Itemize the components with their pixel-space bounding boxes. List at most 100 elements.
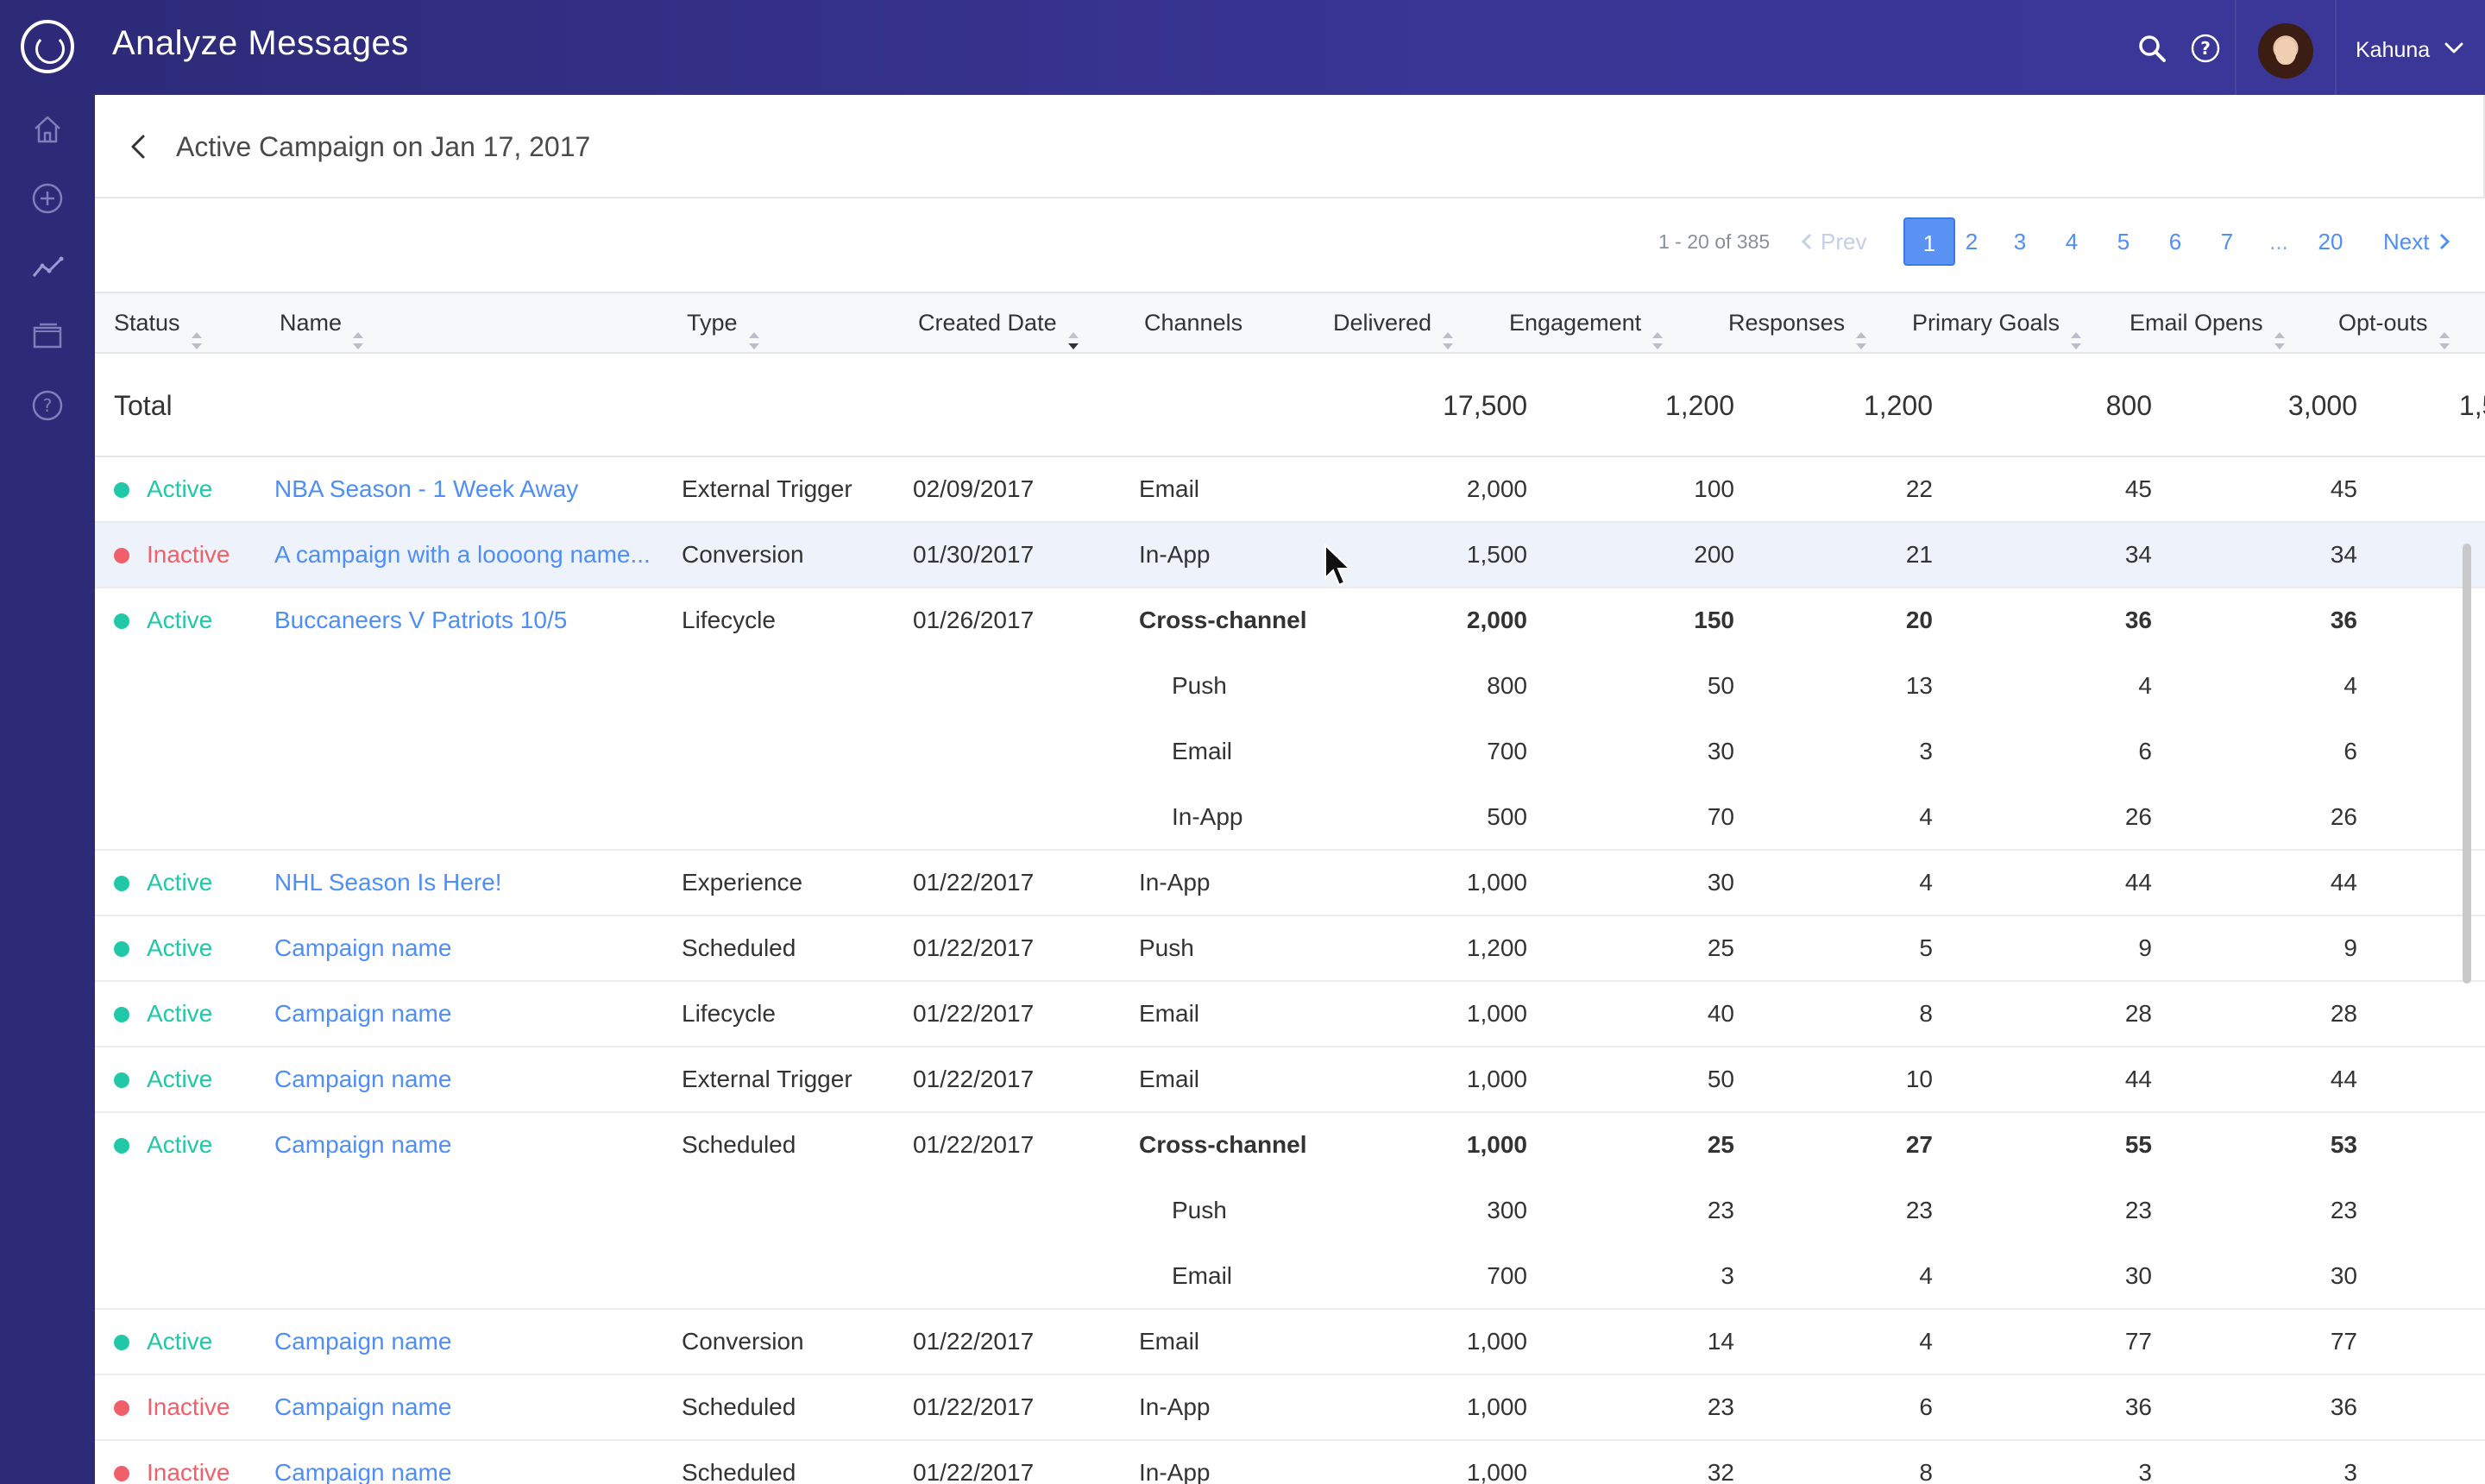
back-arrow-icon[interactable] <box>124 131 155 162</box>
campaign-name-link[interactable]: Campaign name <box>274 982 451 1046</box>
help-icon[interactable]: ? <box>2190 33 2221 64</box>
app-logo-icon[interactable] <box>21 20 74 73</box>
col-header-name[interactable]: Name <box>280 293 364 352</box>
campaign-name-link[interactable]: Campaign name <box>274 1047 451 1111</box>
table-row[interactable]: Active Campaign name Conversion 01/22/2017 E… <box>95 1310 2485 1375</box>
next-page-button[interactable]: Next <box>2383 217 2451 266</box>
prev-label: Prev <box>1821 229 1867 255</box>
optouts-value: 6 <box>2269 720 2485 783</box>
page-button[interactable]: 5 <box>2102 217 2145 266</box>
col-header-created[interactable]: Created Date <box>918 293 1079 352</box>
avatar[interactable] <box>2258 23 2313 79</box>
channel-label: Push <box>1139 934 1194 961</box>
campaign-name-link[interactable]: NBA Season - 1 Week Away <box>274 457 578 521</box>
page-button[interactable]: 2 <box>1950 217 1993 266</box>
pagination-range: 1 - 20 of 385 <box>1658 230 1771 253</box>
campaign-name-link[interactable]: Campaign name <box>274 1113 451 1177</box>
chevron-down-icon[interactable] <box>2444 38 2464 59</box>
sort-icon <box>352 314 364 349</box>
channel-label: Email <box>1139 475 1200 502</box>
created-date: 01/22/2017 <box>913 1131 1035 1158</box>
channel-label: In-App <box>1139 1459 1211 1484</box>
channel-label: Email <box>1139 1328 1200 1355</box>
analytics-icon[interactable] <box>30 250 65 285</box>
col-header-optouts[interactable]: Opt-outs <box>2338 293 2450 352</box>
folder-icon[interactable] <box>30 319 65 354</box>
status-label: Active <box>147 934 213 961</box>
page-button[interactable]: 7 <box>2205 217 2249 266</box>
chevron-right-icon <box>2440 233 2450 250</box>
campaign-name-link[interactable]: A campaign with a loooong name... <box>274 523 651 587</box>
status-label: Inactive <box>147 541 230 568</box>
status-label: Active <box>147 1000 213 1027</box>
sort-icon <box>2070 314 2082 349</box>
table-row[interactable]: Active Buccaneers V Patriots 10/5 Lifecycl… <box>95 588 2485 654</box>
help-circle-icon[interactable]: ? <box>30 388 65 423</box>
table-row[interactable]: Active Campaign name External Trigger 01/22… <box>95 1047 2485 1113</box>
col-header-type[interactable]: Type <box>687 293 760 352</box>
page-button[interactable]: 3 <box>1998 217 2041 266</box>
col-header-delivered[interactable]: Delivered <box>1333 293 1454 352</box>
col-label: Opt-outs <box>2338 310 2428 336</box>
col-label: Channels <box>1144 310 1243 336</box>
user-name[interactable]: Kahuna <box>2356 38 2430 63</box>
table-row[interactable]: Active Campaign name Lifecycle 01/22/2017 Em… <box>95 982 2485 1047</box>
campaign-name-link[interactable]: Campaign name <box>274 1441 451 1484</box>
table-row[interactable]: Active NBA Season - 1 Week Away External T… <box>95 457 2485 523</box>
app-title: Analyze Messages <box>112 24 409 62</box>
chevron-left-icon <box>1801 233 1812 250</box>
pagination-ellipsis: ... <box>2269 229 2288 255</box>
table-row[interactable]: Inactive A campaign with a loooong name..… <box>95 523 2485 588</box>
col-header-goals[interactable]: Primary Goals <box>1912 293 2082 352</box>
status-dot-icon <box>114 1072 129 1088</box>
page-button[interactable]: 4 <box>2050 217 2093 266</box>
campaign-name-link[interactable]: Campaign name <box>274 916 451 980</box>
campaign-name-link[interactable]: Campaign name <box>274 1375 451 1439</box>
col-header-responses[interactable]: Responses <box>1728 293 1867 352</box>
campaign-name-link[interactable]: Buccaneers V Patriots 10/5 <box>274 588 567 652</box>
col-header-opens[interactable]: Email Opens <box>2130 293 2286 352</box>
optouts-value: 44 <box>2269 851 2485 915</box>
col-header-engagement[interactable]: Engagement <box>1509 293 1664 352</box>
campaign-type: Lifecycle <box>682 607 776 633</box>
prev-page-button[interactable]: Prev <box>1800 217 1866 266</box>
status-label: Active <box>147 1066 213 1092</box>
svg-text:?: ? <box>2200 38 2211 59</box>
page-button[interactable]: 6 <box>2154 217 2197 266</box>
table-row[interactable]: Inactive Campaign name Scheduled 01/22/2017… <box>95 1375 2485 1441</box>
campaign-type: Conversion <box>682 1328 804 1355</box>
col-label: Email Opens <box>2130 310 2263 336</box>
status-label: Active <box>147 1131 213 1158</box>
optouts-value: 36 <box>2269 1375 2485 1439</box>
table-row[interactable]: Active Campaign name Scheduled 01/22/2017 Cr… <box>95 1113 2485 1179</box>
table-row[interactable]: Active NHL Season Is Here! Experience 01/22… <box>95 851 2485 916</box>
campaign-name-link[interactable]: Campaign name <box>274 1310 451 1374</box>
mouse-cursor-icon <box>1324 544 1352 587</box>
table-row[interactable]: Active Campaign name Scheduled 01/22/2017 Pu… <box>95 916 2485 982</box>
table-row[interactable]: Inactive Campaign name Scheduled 01/22/2017… <box>95 1441 2485 1484</box>
top-bar: Analyze Messages ? Kahuna <box>0 0 2485 95</box>
created-date: 02/09/2017 <box>913 475 1035 502</box>
campaign-type: Lifecycle <box>682 1000 776 1027</box>
add-circle-icon[interactable] <box>30 181 65 216</box>
col-label: Name <box>280 310 343 336</box>
col-header-status[interactable]: Status <box>114 293 203 352</box>
optouts-value: 45 <box>2269 457 2485 521</box>
optouts-value: 23 <box>2269 1179 2485 1242</box>
created-date: 01/30/2017 <box>913 541 1035 568</box>
status-label: Active <box>147 1328 213 1355</box>
page-button[interactable]: 20 <box>2309 217 2352 266</box>
campaign-type: External Trigger <box>682 1066 852 1092</box>
sort-desc-icon <box>1067 314 1079 349</box>
campaign-name-link[interactable]: NHL Season Is Here! <box>274 851 502 915</box>
scrollbar[interactable] <box>2463 544 2471 984</box>
optouts-value: 34 <box>2269 523 2485 587</box>
created-date: 01/22/2017 <box>913 869 1035 896</box>
status-label: Active <box>147 607 213 633</box>
status-dot-icon <box>114 1466 129 1481</box>
page-button[interactable]: 1 <box>1903 217 1955 266</box>
home-icon[interactable] <box>30 112 65 147</box>
search-icon[interactable] <box>2136 33 2167 64</box>
table-subrow: In-App500704262626 <box>95 785 2485 851</box>
optouts-value: 77 <box>2269 1310 2485 1374</box>
